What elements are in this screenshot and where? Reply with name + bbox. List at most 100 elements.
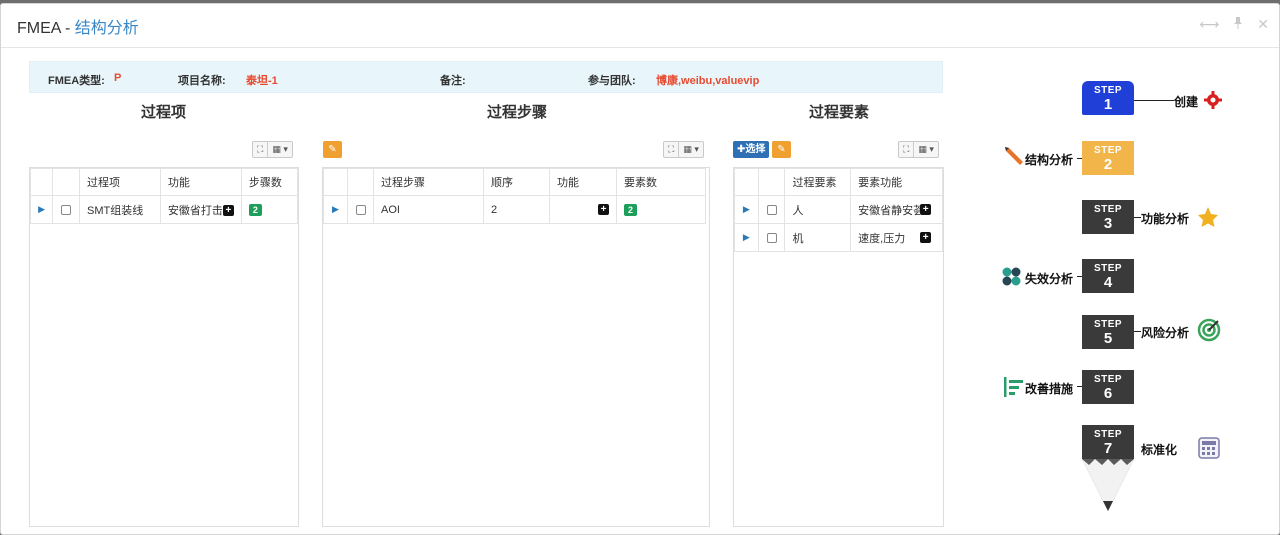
columns-icon[interactable]: ▦ ▾ — [914, 142, 938, 157]
element-count-badge[interactable]: 2 — [624, 203, 638, 216]
title-prefix: FMEA - — [17, 19, 75, 37]
table-header-row: 过程步骤 顺序 功能 要素数 — [323, 168, 706, 196]
step-table-toolbar: ⛶ ▦ ▾ — [663, 141, 704, 158]
step-order: 2 — [483, 195, 550, 224]
select-button[interactable]: ✚选择 — [733, 141, 770, 158]
fmea-type-value: P — [114, 72, 122, 84]
step-4-label[interactable]: 失效分析 — [1025, 270, 1073, 287]
element-name: 机 — [784, 223, 852, 252]
process-step-title: 过程步骤 — [487, 104, 548, 121]
columns-icon[interactable]: ▦ ▾ — [679, 142, 703, 157]
team-label: 参与团队: — [588, 75, 636, 87]
edit-step-button[interactable]: ✎ — [323, 141, 342, 158]
col-header[interactable]: 功能 — [159, 168, 242, 196]
maximize-icon[interactable]: ⟷ — [1199, 16, 1219, 33]
connector — [1134, 100, 1174, 101]
step-1-badge[interactable]: STEP 1 — [1082, 81, 1134, 115]
calculator-icon — [1198, 437, 1220, 464]
process-item-title: 过程项 — [141, 104, 187, 121]
table-row[interactable]: ▶ SMT组装线 安徽省打击 + 2 — [29, 195, 299, 224]
step-name: AOI — [373, 195, 484, 224]
col-header[interactable]: 顺序 — [483, 168, 550, 196]
team-value: 博康,weibu,valuevip — [656, 75, 760, 87]
table-row[interactable]: ▶ 机 速度,压力 + — [734, 223, 943, 252]
dialog-title: FMEA - 结构分析 — [17, 14, 139, 38]
process-step-panel: 过程步骤 顺序 功能 要素数 ▶ AOI 2 + 2 — [322, 167, 710, 527]
info-bar: FMEA类型: P 项目名称: 泰坦-1 备注: 参与团队: 博康,weibu,… — [29, 61, 943, 93]
col-header[interactable]: 过程步骤 — [373, 168, 484, 196]
col-header[interactable]: 要素功能 — [850, 168, 943, 196]
table-row[interactable]: ▶ 人 安徽省静安荟+ — [734, 195, 943, 224]
pencil-tip-icon — [1082, 459, 1134, 518]
col-header[interactable]: 要素数 — [616, 168, 706, 196]
fullscreen-icon[interactable]: ⛶ — [253, 142, 269, 157]
col-header[interactable]: 功能 — [549, 168, 617, 196]
add-icon[interactable]: + — [920, 232, 932, 243]
row-checkbox[interactable] — [766, 204, 777, 215]
step-5-badge[interactable]: STEP 5 — [1082, 315, 1134, 349]
step-2-badge[interactable]: STEP 2 — [1082, 141, 1134, 175]
step-7-label[interactable]: 标准化 — [1141, 441, 1177, 458]
target-icon — [1197, 318, 1221, 347]
row-checkbox[interactable] — [766, 232, 777, 243]
process-element-title: 过程要素 — [809, 104, 870, 121]
element-name: 人 — [784, 195, 852, 224]
step-3-badge[interactable]: STEP 3 — [1082, 200, 1134, 234]
table-header-row: 过程要素 要素功能 — [734, 168, 943, 196]
process-element-panel: 过程要素 要素功能 ▶ 人 安徽省静安荟+ ▶ 机 速度,压力 + — [733, 167, 944, 527]
element-table-toolbar: ⛶ ▦ ▾ — [898, 141, 939, 158]
process-step-table: 过程步骤 顺序 功能 要素数 ▶ AOI 2 + 2 — [323, 168, 706, 224]
add-icon[interactable]: + — [222, 205, 234, 217]
step-6-label[interactable]: 改善措施 — [1025, 380, 1073, 397]
col-header[interactable]: 过程要素 — [784, 168, 852, 196]
process-item-table: 过程项 功能 步骤数 ▶ SMT组装线 安徽省打击 + 2 — [29, 168, 299, 224]
title-sub: 结构分析 — [74, 19, 139, 37]
table-row[interactable]: ▶ AOI 2 + 2 — [323, 195, 706, 224]
process-element-table: 过程要素 要素功能 ▶ 人 安徽省静安荟+ ▶ 机 速度,压力 + — [734, 168, 943, 252]
element-function: 速度,压力 — [858, 232, 906, 245]
fullscreen-icon[interactable]: ⛶ — [664, 142, 680, 157]
fmea-dialog: FMEA - 结构分析 ⟷ ✕ FMEA类型: P 项目名称: 泰坦-1 备注:… — [0, 3, 1280, 535]
fullscreen-icon[interactable]: ⛶ — [899, 142, 915, 157]
step-6-badge[interactable]: STEP 6 — [1082, 370, 1134, 404]
step-1-label[interactable]: 创建 — [1174, 93, 1198, 110]
pin-icon[interactable] — [1233, 16, 1243, 33]
col-header[interactable]: 步骤数 — [240, 168, 299, 196]
dialog-header: FMEA - 结构分析 ⟷ ✕ — [1, 4, 1279, 48]
edit-element-button[interactable]: ✎ — [772, 141, 791, 158]
step-3-label[interactable]: 功能分析 — [1141, 210, 1189, 227]
project-name-value: 泰坦-1 — [246, 75, 278, 87]
header-tools: ⟷ ✕ — [1199, 16, 1269, 33]
col-header[interactable]: 过程项 — [78, 168, 161, 196]
row-checkbox[interactable] — [355, 204, 366, 215]
element-function: 安徽省静安荟 — [858, 204, 921, 217]
step-5-label[interactable]: 风险分析 — [1141, 324, 1189, 341]
star-icon — [1197, 206, 1219, 233]
item-name: SMT组装线 — [78, 195, 161, 224]
add-icon[interactable]: + — [598, 204, 609, 216]
step-count-badge[interactable]: 2 — [248, 203, 262, 216]
expand-icon[interactable]: ▶ — [734, 195, 759, 224]
pencil-icon — [1003, 145, 1025, 172]
expand-icon[interactable]: ▶ — [734, 223, 759, 252]
cluster-icon — [1001, 266, 1023, 293]
process-item-panel: 过程项 功能 步骤数 ▶ SMT组装线 安徽省打击 + 2 — [29, 167, 299, 527]
item-table-toolbar: ⛶ ▦ ▾ — [252, 141, 293, 158]
connector — [1134, 331, 1141, 332]
step-4-badge[interactable]: STEP 4 — [1082, 259, 1134, 293]
table-header-row: 过程项 功能 步骤数 — [29, 168, 299, 196]
gear-icon — [1203, 90, 1223, 115]
connector — [1134, 217, 1141, 218]
expand-icon[interactable]: ▶ — [323, 195, 348, 224]
row-checkbox[interactable] — [61, 204, 72, 215]
item-function: 安徽省打击 — [167, 204, 223, 217]
add-icon[interactable]: + — [920, 204, 932, 215]
columns-icon[interactable]: ▦ ▾ — [268, 142, 292, 157]
note-label: 备注: — [440, 75, 466, 87]
close-icon[interactable]: ✕ — [1257, 16, 1269, 33]
step-2-label[interactable]: 结构分析 — [1025, 151, 1073, 168]
bars-icon — [1003, 376, 1025, 403]
expand-icon[interactable]: ▶ — [29, 195, 54, 224]
fmea-type-label: FMEA类型: — [48, 75, 105, 87]
step-7-badge[interactable]: STEP 7 — [1082, 425, 1134, 459]
